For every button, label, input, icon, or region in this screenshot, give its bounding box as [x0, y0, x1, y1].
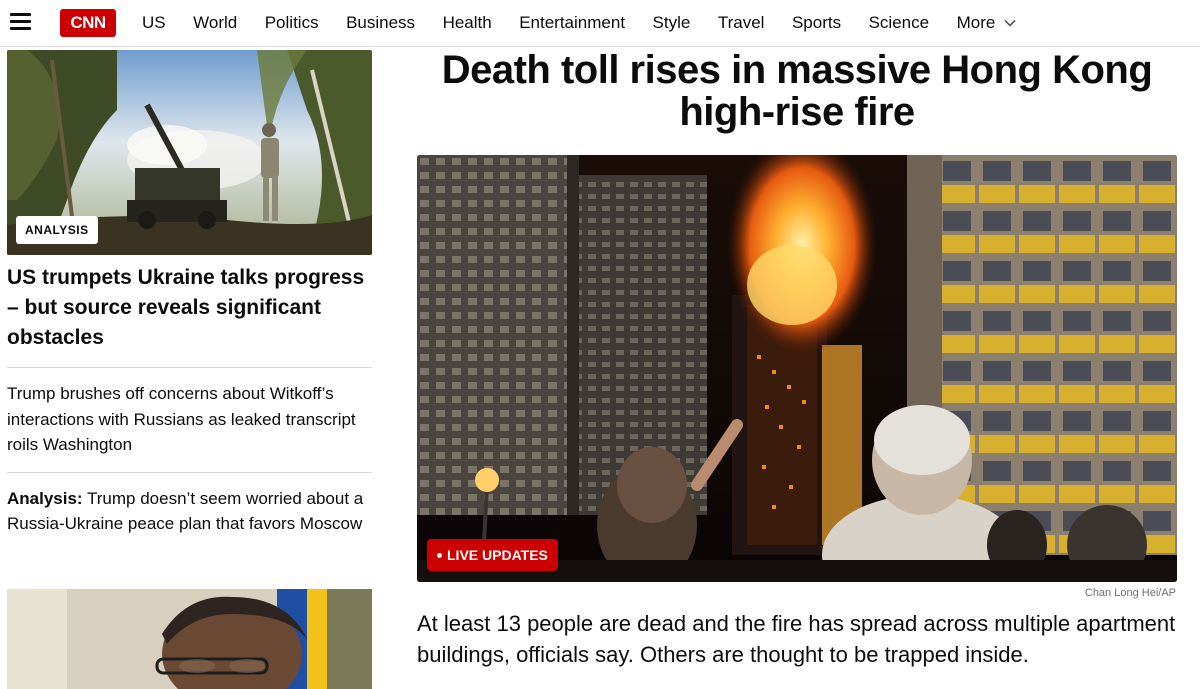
left-column: ANALYSIS US trumpets Ukraine talks progr…: [7, 50, 372, 689]
story-link[interactable]: Analysis: Trump doesn’t seem worried abo…: [7, 486, 372, 537]
nav-item-entertainment[interactable]: Entertainment: [519, 13, 625, 33]
nav-item-politics[interactable]: Politics: [265, 13, 319, 33]
analysis-badge: ANALYSIS: [16, 216, 98, 244]
live-updates-button[interactable]: LIVE UPDATES: [427, 539, 558, 571]
chevron-down-icon: [1004, 19, 1016, 27]
photo-credit: Chan Long Hei/AP: [1084, 587, 1176, 599]
live-updates-label: LIVE UPDATES: [447, 547, 548, 563]
top-navigation: CNN US World Politics Business Health En…: [0, 0, 1200, 47]
cnn-logo[interactable]: CNN: [60, 9, 116, 37]
story-text: Trump brushes off concerns about Witkoff…: [7, 384, 356, 454]
main-headline[interactable]: Death toll rises in massive Hong Kong hi…: [417, 49, 1177, 133]
lead-story-image[interactable]: ANALYSIS: [7, 50, 372, 255]
lead-story-title[interactable]: US trumpets Ukraine talks progress – but…: [7, 263, 372, 353]
story-thumbnail[interactable]: [7, 589, 372, 689]
story-prefix: Analysis:: [7, 488, 83, 508]
nav-item-sports[interactable]: Sports: [792, 13, 841, 33]
nav-item-business[interactable]: Business: [346, 13, 415, 33]
nav-item-style[interactable]: Style: [653, 13, 691, 33]
nav-item-health[interactable]: Health: [443, 13, 492, 33]
fire-photo: [417, 155, 1177, 582]
logo-text: CNN: [70, 13, 106, 32]
hamburger-menu-icon[interactable]: [10, 13, 31, 30]
main-story-image[interactable]: LIVE UPDATES: [417, 155, 1177, 582]
story-link[interactable]: Trump brushes off concerns about Witkoff…: [7, 381, 372, 458]
nav-item-travel[interactable]: Travel: [718, 13, 765, 33]
nav-more-label: More: [956, 13, 996, 32]
nav-item-science[interactable]: Science: [869, 13, 929, 33]
portrait-photo: [7, 589, 372, 689]
nav-item-us[interactable]: US: [142, 13, 166, 33]
nav-item-world[interactable]: World: [193, 13, 237, 33]
divider: [7, 471, 372, 473]
live-dot-icon: [437, 552, 442, 558]
main-story-summary[interactable]: At least 13 people are dead and the fire…: [417, 608, 1177, 670]
section-nav: US World Politics Business Health Entert…: [142, 0, 1017, 46]
nav-more-button[interactable]: More: [957, 13, 1018, 33]
divider: [7, 367, 372, 368]
